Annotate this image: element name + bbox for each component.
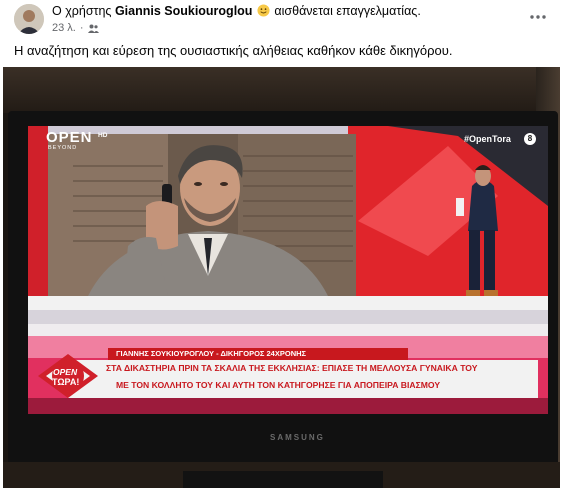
channel-sub: BEYOND (48, 145, 78, 151)
channel-hd: HD (98, 132, 108, 139)
show-logo-line1: OPEN (53, 367, 78, 377)
tv-screen: OPEN HD BEYOND #OpenTora 8 OPEN ΤΩΡΑ! ΓΙ… (28, 126, 548, 414)
name-strip: ΓΙΑΝΝΗΣ ΣΟΥΚΙΟΥΡΟΓΛΟΥ - ΔΙΚΗΓΟΡΟΣ 24ΧΡΟΝ… (116, 349, 307, 358)
friends-icon[interactable] (87, 24, 99, 33)
post-meta: 23 λ. · (52, 22, 99, 34)
feeling-text: αισθάνεται επαγγελματίας. (274, 4, 421, 18)
more-options-button[interactable] (527, 8, 549, 26)
author-prefix: Ο χρήστης (52, 4, 112, 18)
smiling-face-icon (257, 4, 270, 17)
headline-line2: ΜΕ ΤΟΝ ΚΟΛΛΗΤΟ ΤΟΥ ΚΑΙ ΑΥΤΗ ΤΟΝ ΚΑΤΗΓΟΡΗ… (116, 380, 441, 390)
rating-badge: 8 (524, 133, 536, 145)
show-logo-line2: ΤΩΡΑ! (52, 377, 80, 387)
hashtag-label: #OpenTora (464, 134, 511, 144)
post-text: Η αναζήτηση και εύρεση της ουσιαστικής α… (14, 43, 453, 58)
author-line: Ο χρήστης Giannis Soukiouroglou αισθάνετ… (52, 4, 421, 18)
headline-line1: ΣΤΑ ΔΙΚΑΣΤΗΡΙΑ ΠΡΙΝ ΤΑ ΣΚΑΛΙΑ ΤΗΣ ΕΚΚΛΗΣ… (106, 363, 478, 373)
post-header: Ο χρήστης Giannis Soukiouroglou αισθάνετ… (0, 0, 563, 40)
channel-logo: OPEN (46, 129, 93, 146)
more-options-icon (530, 15, 546, 19)
post-photo[interactable]: OPEN HD BEYOND #OpenTora 8 OPEN ΤΩΡΑ! ΓΙ… (3, 67, 560, 488)
tv-brand: SAMSUNG (270, 433, 325, 442)
post-time[interactable]: 23 λ. (52, 22, 76, 34)
tv-frame: OPEN HD BEYOND #OpenTora 8 OPEN ΤΩΡΑ! ΓΙ… (8, 111, 558, 473)
author-name[interactable]: Giannis Soukiouroglou (115, 4, 253, 18)
avatar[interactable] (14, 4, 44, 34)
tv-stand (183, 471, 383, 488)
room-wall (3, 67, 560, 113)
